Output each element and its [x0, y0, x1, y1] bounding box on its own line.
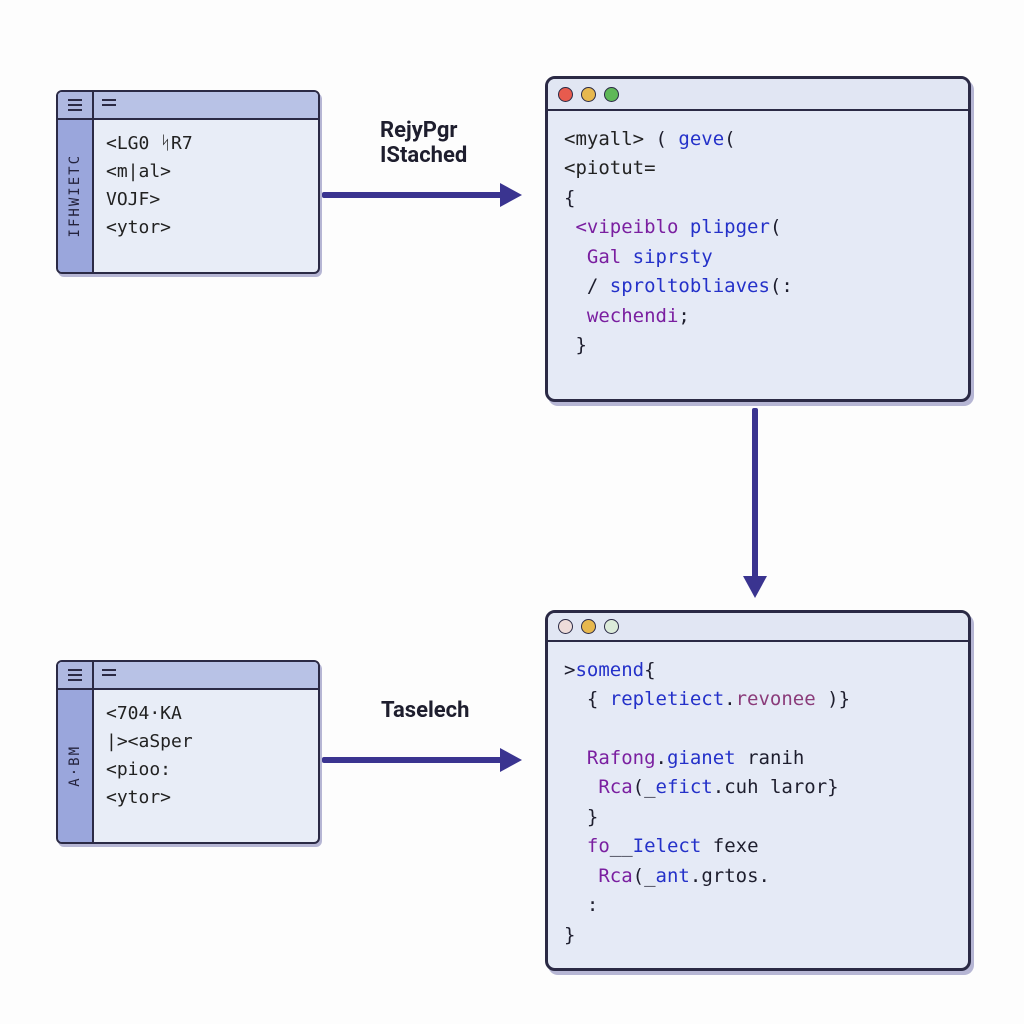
gutter-label: IFHWIETC — [67, 154, 83, 237]
menu-icon — [58, 92, 94, 118]
source-panel-2-gutter: A·BM — [58, 690, 94, 842]
minimize-icon[interactable] — [581, 619, 596, 634]
lines-icon — [102, 674, 116, 676]
source-panel-1: IFHWIETC <LG0 ᛋR7 <m|al> VOJF> <ytor> — [56, 90, 320, 274]
source-panel-1-gutter: IFHWIETC — [58, 120, 94, 272]
arrow-top-label-line2: IStached — [380, 143, 467, 168]
arrow-bottom-label-line1: Taselech — [381, 698, 469, 723]
lines-icon — [102, 104, 116, 106]
output-window-2: >somend{ { repletiect.revonee )} Rafong.… — [545, 610, 971, 971]
output-window-1: <myall> ( geve( <piotut= { <vipeiblo pli… — [545, 76, 971, 402]
arrow-top-label: RejyPgr IStached — [380, 118, 467, 169]
zoom-icon[interactable] — [604, 87, 619, 102]
source-panel-2-code: <704·KА |><aSper <pioo: <ytor> — [94, 690, 318, 842]
hamburger-icon — [68, 674, 82, 676]
source-panel-1-titlebar — [58, 92, 318, 120]
output-window-2-code: >somend{ { repletiect.revonee )} Rafong.… — [548, 642, 968, 968]
zoom-icon[interactable] — [604, 619, 619, 634]
close-icon[interactable] — [558, 619, 573, 634]
arrow-bottom-label: Taselech — [381, 698, 469, 723]
output-window-1-code: <myall> ( geve( <piotut= { <vipeiblo pli… — [548, 111, 968, 379]
menu-icon-2 — [94, 674, 318, 676]
close-icon[interactable] — [558, 87, 573, 102]
arrow-top-label-line1: RejyPgr — [380, 118, 467, 143]
menu-icon — [58, 662, 94, 688]
hamburger-icon — [68, 104, 82, 106]
minimize-icon[interactable] — [581, 87, 596, 102]
output-window-2-titlebar — [548, 613, 968, 642]
output-window-1-titlebar — [548, 79, 968, 111]
gutter-label: A·BM — [67, 745, 83, 787]
source-panel-2: A·BM <704·KА |><aSper <pioo: <ytor> — [56, 660, 320, 844]
menu-icon-2 — [94, 104, 318, 106]
source-panel-2-titlebar — [58, 662, 318, 690]
source-panel-1-code: <LG0 ᛋR7 <m|al> VOJF> <ytor> — [94, 120, 318, 272]
